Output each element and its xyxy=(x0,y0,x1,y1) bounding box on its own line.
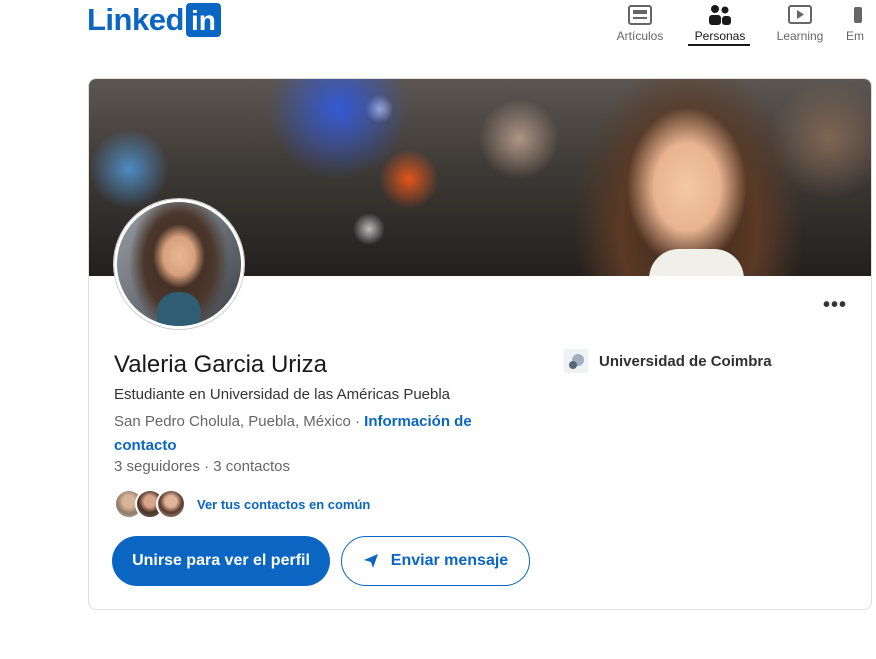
mutual-avatar xyxy=(156,489,186,519)
nav-label-personas: Personas xyxy=(694,29,746,43)
people-icon xyxy=(707,2,733,28)
send-message-label: Enviar mensaje xyxy=(390,552,509,569)
top-nav: Artículos Personas Learning Em xyxy=(600,0,870,46)
avatar-clothing-shape xyxy=(157,292,201,326)
profile-card: ••• Valeria Garcia Uriza Estudiante en U… xyxy=(88,78,872,610)
education-item[interactable]: Universidad de Coimbra xyxy=(564,349,772,373)
profile-avatar xyxy=(114,199,244,329)
nav-item-learning[interactable]: Learning xyxy=(760,0,840,45)
send-icon xyxy=(363,554,378,568)
linkedin-logo[interactable]: Linked in xyxy=(87,3,221,37)
logo-in-box: in xyxy=(185,3,221,37)
join-to-view-profile-button[interactable]: Unirse para ver el perfil xyxy=(112,536,330,586)
banner-shirt-shape xyxy=(649,249,744,276)
followers-count: 3 seguidores xyxy=(114,458,200,475)
nav-label-learning: Learning xyxy=(776,29,824,43)
nav-label-articulos: Artículos xyxy=(616,29,664,43)
nav-item-empleos[interactable]: Em xyxy=(840,0,870,45)
nav-label-empleos: Em xyxy=(846,29,864,43)
network-counts: 3 seguidores · 3 contactos xyxy=(114,458,290,475)
profile-name: Valeria Garcia Uriza xyxy=(114,351,327,378)
logo-wordmark: Linked xyxy=(87,2,184,37)
profile-headline: Estudiante en Universidad de las América… xyxy=(114,386,451,403)
counts-separator: · xyxy=(199,458,214,475)
connections-count: 3 contactos xyxy=(213,458,290,475)
school-logo-icon xyxy=(564,349,588,373)
location-separator: · xyxy=(350,413,365,430)
nav-item-personas[interactable]: Personas xyxy=(680,0,760,46)
more-options-icon[interactable]: ••• xyxy=(823,294,847,317)
articles-icon xyxy=(627,2,653,28)
mutual-connections[interactable]: Ver tus contactos en común xyxy=(114,489,370,519)
profile-location: San Pedro Cholula, Puebla, México xyxy=(114,413,351,430)
learning-icon xyxy=(787,2,813,28)
jobs-icon xyxy=(842,2,868,28)
education-name: Universidad de Coimbra xyxy=(599,352,772,370)
location-line: San Pedro Cholula, Puebla, México · Info… xyxy=(114,410,514,458)
send-message-button[interactable]: Enviar mensaje xyxy=(341,536,530,586)
mutual-connections-link[interactable]: Ver tus contactos en común xyxy=(197,497,370,512)
nav-item-articulos[interactable]: Artículos xyxy=(600,0,680,45)
